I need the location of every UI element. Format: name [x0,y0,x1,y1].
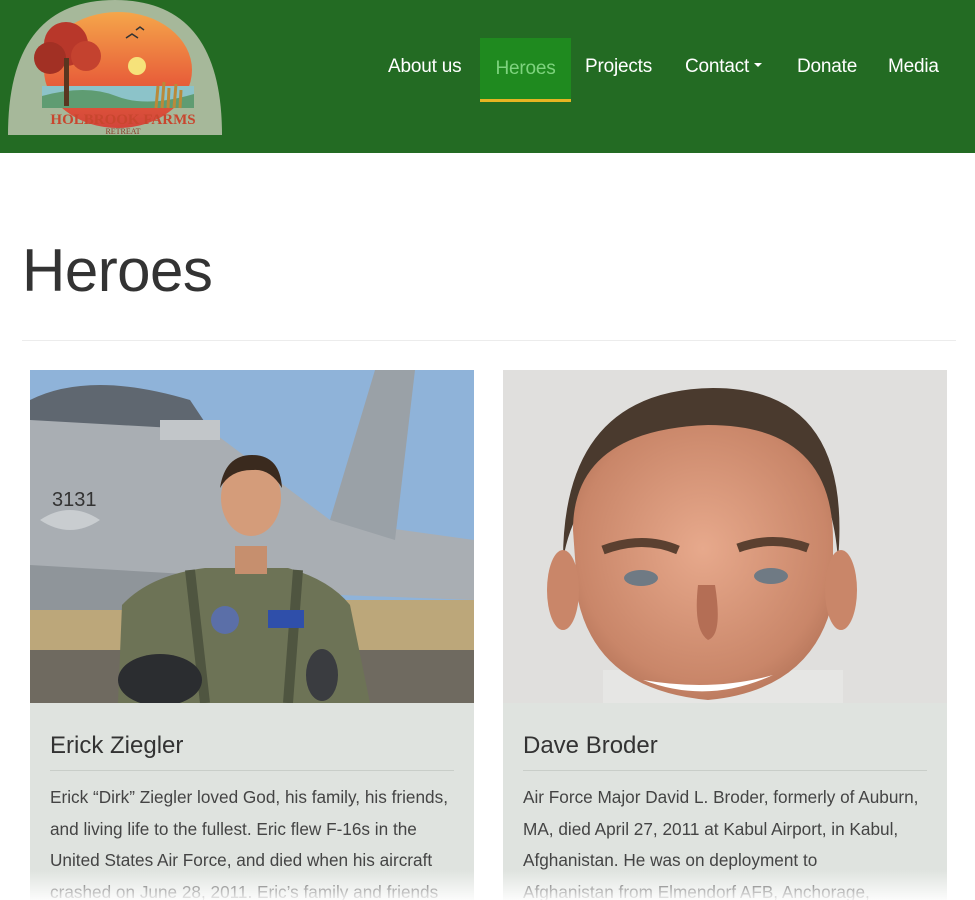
nav-contact[interactable]: Contact [685,56,763,78]
hero-bio-line: Afghanistan from Elmendorf AFB, Anchorag… [523,881,870,900]
hero-bio: Air Force Major David L. Broder, formerl… [523,782,933,900]
nav-about-us[interactable]: About us [388,56,462,78]
hero-name: Erick Ziegler [50,732,184,759]
hero-bio-line: Afghanistan. He was on deployment to [523,850,818,870]
hero-bio: Erick “Dirk” Ziegler loved God, his fami… [50,782,460,900]
svg-text:3131: 3131 [52,489,97,511]
card-divider [523,770,927,771]
nav-projects[interactable]: Projects [585,56,652,78]
page-title: Heroes [22,237,213,304]
hero-photo-pilot: 3131 [30,370,474,703]
nav-heroes[interactable]: Heroes [480,38,571,102]
hero-bio-line: Erick “Dirk” Ziegler loved God, his fami… [50,787,448,807]
title-divider [22,340,956,341]
hero-bio-line: MA, died April 27, 2011 at Kabul Airport… [523,818,899,839]
hero-bio-line: Air Force Major David L. Broder, formerl… [523,787,919,807]
hero-bio-line: United States Air Force, and died when h… [50,850,433,870]
card-divider [50,770,454,771]
hero-name: Dave Broder [523,732,658,759]
chevron-down-icon [754,63,763,68]
hero-bio-line: and living life to the fullest. Eric fle… [50,818,417,839]
nav-contact-label: Contact [685,56,750,77]
logo-text-main: HOLBROOK FARMS [50,112,195,128]
hero-card[interactable]: Dave Broder Air Force Major David L. Bro… [503,370,947,900]
site-header: HOLBROOK FARMS RETREAT About us Heroes P… [0,0,975,153]
nav-media[interactable]: Media [888,56,939,78]
logo-text-sub: RETREAT [105,127,140,136]
hero-card[interactable]: 3131 Erick Ziegler Erick “Dirk” Ziegler … [30,370,474,900]
hero-bio-line: crashed on June 28, 2011. Eric’s family … [50,881,439,900]
nav-donate[interactable]: Donate [797,56,857,78]
holbrook-farms-logo[interactable]: HOLBROOK FARMS RETREAT [6,0,224,140]
hero-photo-portrait [503,370,947,703]
